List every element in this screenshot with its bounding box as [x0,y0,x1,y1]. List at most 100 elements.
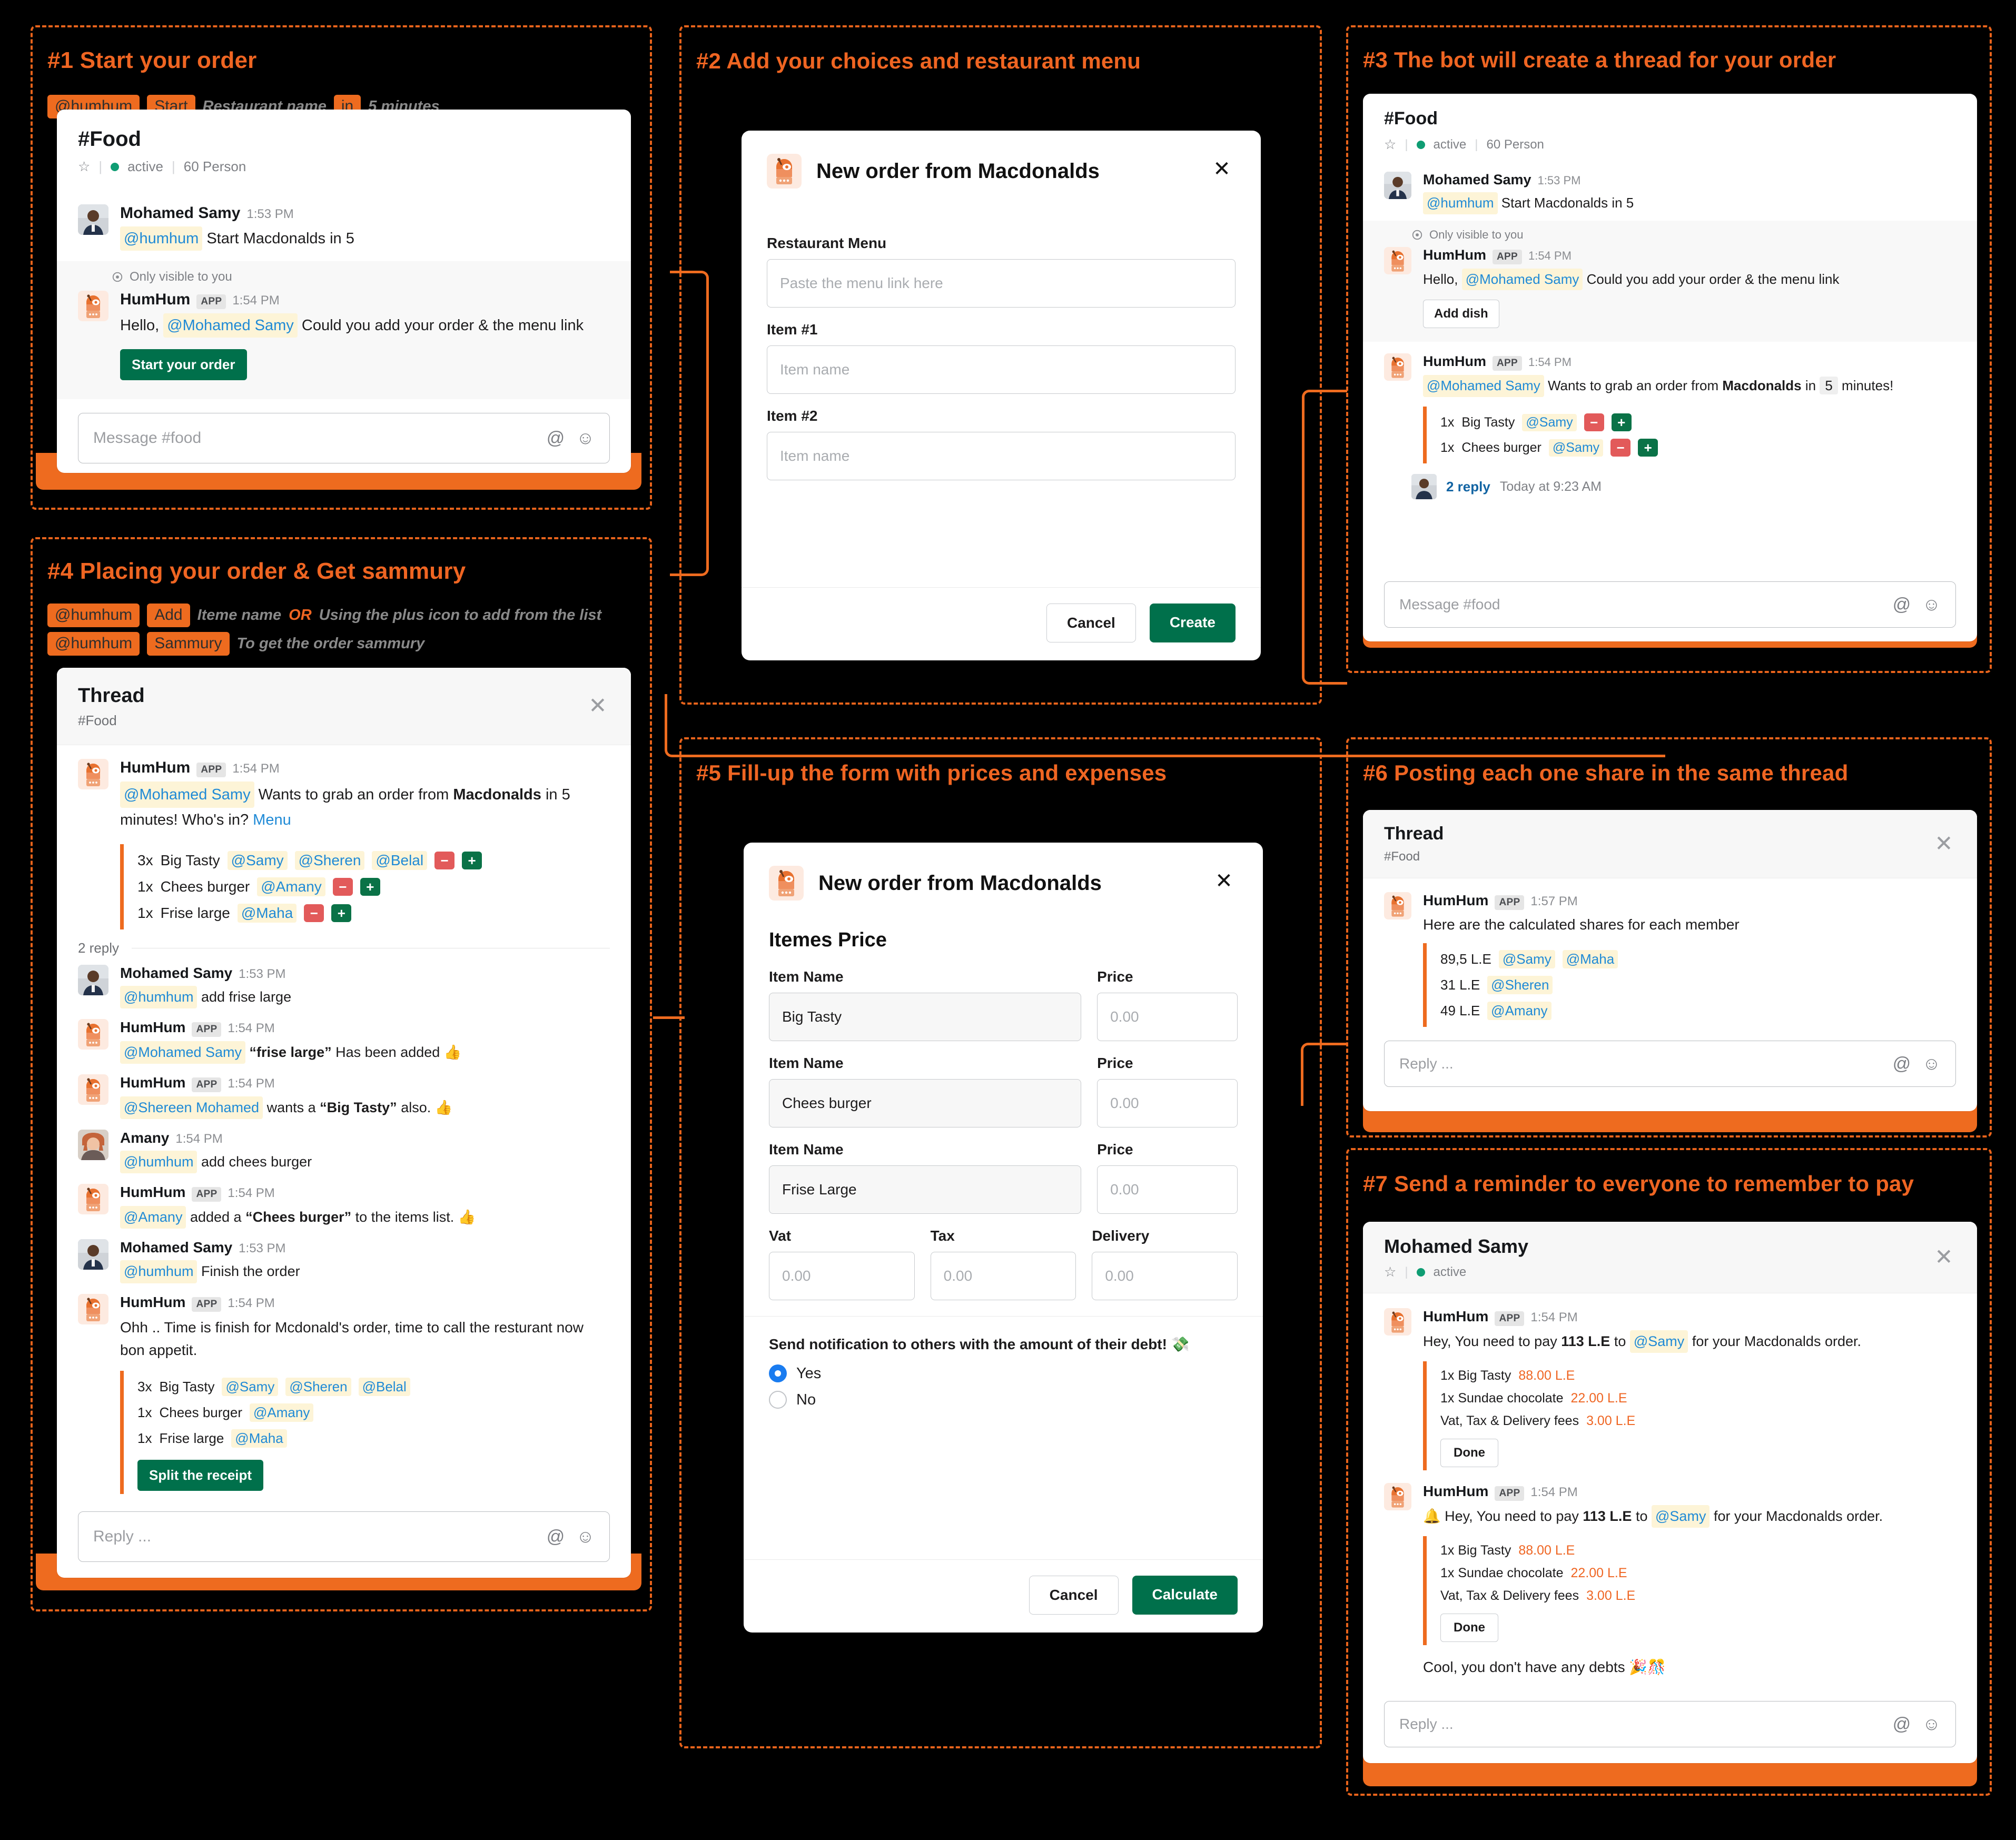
channel-composer[interactable]: Message #food @ ☺ [1384,581,1956,628]
price-input-1[interactable]: 0.00 [1097,993,1238,1041]
emoji-icon[interactable]: ☺ [1922,1054,1941,1074]
mention-humhum[interactable]: @humhum [120,1151,197,1174]
star-icon[interactable]: ☆ [1384,136,1396,153]
item-1-input[interactable]: Item name [767,345,1236,394]
close-icon[interactable]: ✕ [1932,832,1956,856]
radio-option-yes[interactable]: Yes [769,1364,1238,1382]
start-your-order-button[interactable]: Start your order [120,349,247,381]
mention-icon[interactable]: @ [1893,595,1911,615]
dm-reply-composer[interactable]: Reply ... @ ☺ [1384,1701,1956,1747]
create-button[interactable]: Create [1149,604,1236,642]
mention-payee[interactable]: @Samy [1652,1505,1710,1528]
mention-humhum[interactable]: @humhum [120,985,197,1008]
item-person[interactable]: @Samy [222,1378,279,1397]
close-icon[interactable]: ✕ [1932,1245,1956,1270]
item-qty: 1x [137,1430,152,1447]
emoji-icon[interactable]: ☺ [576,1527,595,1547]
item-person[interactable]: @Sheren [294,850,365,870]
increment-button[interactable]: + [331,904,352,922]
star-icon[interactable]: ☆ [1384,1264,1396,1280]
item-person[interactable]: @Samy [1548,439,1604,457]
emoji-icon[interactable]: ☺ [1922,1714,1941,1735]
avatar [78,1239,108,1270]
mention-icon[interactable]: @ [1893,1054,1911,1074]
mention-user[interactable]: @Mohamed Samy [120,781,254,808]
decrement-button[interactable]: − [434,851,455,869]
app-badge: APP [1493,249,1522,264]
tax-input[interactable]: 0.00 [930,1252,1076,1300]
cancel-button[interactable]: Cancel [1046,604,1136,642]
split-the-receipt-button[interactable]: Split the receipt [137,1460,264,1491]
add-dish-button[interactable]: Add dish [1423,300,1499,329]
item-2-input[interactable]: Item name [767,432,1236,480]
mention-humhum[interactable]: @humhum [120,226,203,251]
mention-payee[interactable]: @Samy [1629,1330,1688,1353]
item-name-label: Item Name [769,1055,844,1071]
mention-icon[interactable]: @ [1893,1714,1911,1735]
close-icon[interactable]: ✕ [586,694,610,718]
mention-humhum[interactable]: @humhum [1423,192,1498,214]
thread-reply-summary[interactable]: 2 reply Today at 9:23 AM [1363,466,1977,508]
mention-icon[interactable]: @ [547,1527,565,1547]
increment-button[interactable]: + [462,851,482,869]
radio-option-no[interactable]: No [769,1391,1238,1409]
item-name-input-3[interactable]: Frise Large [769,1165,1082,1214]
mention-icon[interactable]: @ [547,428,565,449]
share-person[interactable]: @Amany [1487,1001,1551,1020]
mention-humhum[interactable]: @humhum [120,1260,197,1283]
message-time: 1:54 PM [1530,1310,1578,1324]
share-person[interactable]: @Maha [1562,949,1618,968]
share-person[interactable]: @Samy [1498,949,1555,968]
item-person[interactable]: @Maha [231,1429,287,1448]
channel-composer[interactable]: Message #food @ ☺ [78,413,610,464]
share-person[interactable]: @Sheren [1487,975,1553,994]
mention-user[interactable]: @Mohamed Samy [120,1041,245,1064]
thread-reply-composer[interactable]: Reply ... @ ☺ [78,1511,610,1562]
price-input-3[interactable]: 0.00 [1097,1165,1238,1214]
increment-button[interactable]: + [1638,439,1658,457]
close-icon[interactable]: ✕ [1212,870,1236,893]
item-person[interactable]: @Samy [1522,413,1577,431]
mention-user[interactable]: @Mohamed Samy [163,313,298,338]
done-button[interactable]: Done [1440,1439,1498,1468]
item-person[interactable]: @Amany [250,1403,314,1422]
field-label: Restaurant Menu [767,235,887,251]
calculate-button[interactable]: Calculate [1132,1576,1238,1615]
item-person[interactable]: @Maha [237,903,297,923]
price-input-2[interactable]: 0.00 [1097,1079,1238,1127]
mention-user[interactable]: @Shereen Mohamed [120,1096,263,1120]
item-person[interactable]: @Sheren [285,1378,351,1397]
delivery-input[interactable]: 0.00 [1092,1252,1238,1300]
restaurant-menu-input[interactable]: Paste the menu link here [767,259,1236,308]
decrement-button[interactable]: − [304,904,324,922]
item-person[interactable]: @Belal [372,850,428,870]
radio-icon[interactable] [769,1391,787,1409]
decrement-button[interactable]: − [332,877,353,896]
mention-user[interactable]: @Mohamed Samy [1461,268,1583,291]
emoji-icon[interactable]: ☺ [1922,595,1941,615]
item-person[interactable]: @Amany [257,877,325,896]
minutes-value: 5 [561,786,570,803]
mention-user[interactable]: @Amany [120,1206,186,1229]
decrement-button[interactable]: − [1584,413,1604,432]
cancel-button[interactable]: Cancel [1029,1576,1119,1615]
item-person[interactable]: @Belal [358,1378,410,1397]
item-person[interactable]: @Samy [227,850,288,870]
reply-count-link[interactable]: 2 reply [1446,479,1490,495]
close-icon[interactable]: ✕ [1210,158,1233,181]
star-icon[interactable]: ☆ [78,159,90,175]
emoji-icon[interactable]: ☺ [576,428,595,449]
radio-icon-selected[interactable] [769,1364,787,1382]
item-name-input-1[interactable]: Big Tasty [769,993,1082,1041]
decrement-button[interactable]: − [1610,439,1631,457]
mention-user[interactable]: @Mohamed Samy [1423,375,1544,398]
thread-reply-composer[interactable]: Reply ... @ ☺ [1384,1041,1956,1087]
input-placeholder: 0.00 [943,1268,973,1284]
menu-link[interactable]: Menu [253,812,291,828]
vat-input[interactable]: 0.00 [769,1252,915,1300]
item-name-input-2[interactable]: Chees burger [769,1079,1082,1127]
increment-button[interactable]: + [360,877,380,896]
channel-meta: ☆ | active | 60 Person [78,159,610,175]
done-button[interactable]: Done [1440,1614,1498,1643]
increment-button[interactable]: + [1611,413,1632,432]
